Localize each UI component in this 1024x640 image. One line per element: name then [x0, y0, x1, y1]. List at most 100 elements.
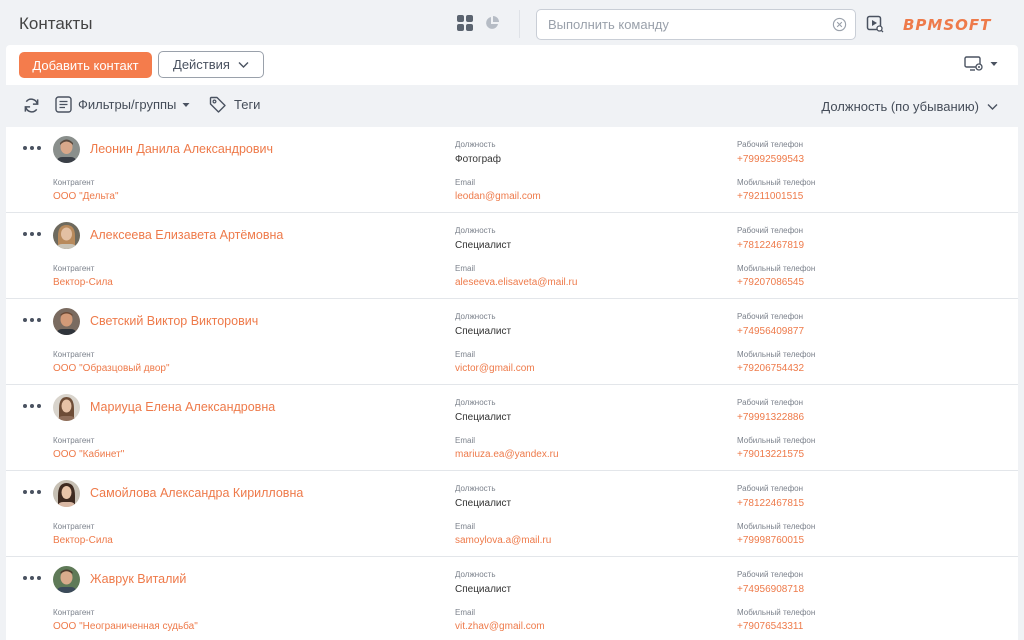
- work-phone-link[interactable]: +79991322886: [737, 412, 804, 423]
- email-link[interactable]: leodan@gmail.com: [455, 191, 541, 202]
- account-label: Контрагент: [53, 436, 95, 445]
- position-label: Должность: [455, 226, 496, 235]
- account-link[interactable]: ООО "Кабинет": [53, 449, 124, 460]
- header-divider: [519, 10, 520, 38]
- list-view-icon[interactable]: [457, 15, 473, 31]
- email-label: Email: [455, 436, 476, 445]
- position-label: Должность: [455, 312, 496, 321]
- work-phone-link[interactable]: +79992599543: [737, 154, 804, 165]
- email-link[interactable]: mariuza.ea@yandex.ru: [455, 449, 559, 460]
- position-value: Специалист: [455, 412, 512, 423]
- position-value: Специалист: [455, 240, 512, 251]
- account-label: Контрагент: [53, 608, 95, 617]
- account-link[interactable]: ООО "Дельта": [53, 191, 119, 202]
- sort-label: Должность (по убыванию): [821, 99, 979, 114]
- bpmsoft-logo: BPMSOFT: [903, 16, 992, 34]
- account-link[interactable]: Вектор-Сила: [53, 535, 113, 546]
- mobile-phone-label: Мобильный телефон: [737, 178, 816, 187]
- tags-label: Теги: [234, 97, 261, 112]
- filter-list-icon: [55, 96, 72, 113]
- email-label: Email: [455, 178, 476, 187]
- mobile-phone-link[interactable]: +79206754432: [737, 363, 804, 374]
- row-menu-icon[interactable]: [23, 404, 41, 408]
- position-value: Специалист: [455, 498, 512, 509]
- contact-name-link[interactable]: Самойлова Александра Кирилловна: [90, 486, 303, 500]
- email-link[interactable]: victor@gmail.com: [455, 363, 535, 374]
- work-phone-label: Рабочий телефон: [737, 398, 804, 407]
- position-label: Должность: [455, 570, 496, 579]
- work-phone-link[interactable]: +74956908718: [737, 584, 804, 595]
- position-label: Должность: [455, 484, 496, 493]
- email-label: Email: [455, 608, 476, 617]
- sort-dropdown[interactable]: Должность (по убыванию): [821, 99, 998, 114]
- avatar: [53, 480, 80, 507]
- account-label: Контрагент: [53, 522, 95, 531]
- contact-name-link[interactable]: Леонин Данила Александрович: [90, 142, 273, 156]
- row-menu-icon[interactable]: [23, 576, 41, 580]
- refresh-icon[interactable]: [23, 97, 40, 114]
- account-link[interactable]: ООО "Неограниченная судьба": [53, 621, 198, 632]
- account-link[interactable]: Вектор-Сила: [53, 277, 113, 288]
- email-link[interactable]: samoylova.a@mail.ru: [455, 535, 551, 546]
- tags-button[interactable]: Теги: [209, 96, 260, 113]
- mobile-phone-link[interactable]: +79076543311: [737, 621, 803, 632]
- contact-row: Самойлова Александра Кирилловна Контраге…: [6, 471, 1018, 557]
- work-phone-label: Рабочий телефон: [737, 140, 804, 149]
- contact-row: Алексеева Елизавета Артёмовна Контрагент…: [6, 213, 1018, 299]
- contact-name-link[interactable]: Светский Виктор Викторович: [90, 314, 258, 328]
- view-settings-button[interactable]: [964, 55, 998, 73]
- work-phone-label: Рабочий телефон: [737, 570, 804, 579]
- work-phone-label: Рабочий телефон: [737, 484, 804, 493]
- actions-button[interactable]: Действия: [158, 51, 264, 78]
- dashboard-view-icon[interactable]: [484, 15, 500, 31]
- work-phone-label: Рабочий телефон: [737, 312, 804, 321]
- header: Контакты BPMSOFT: [0, 0, 1024, 48]
- add-contact-button[interactable]: Добавить контакт: [19, 52, 152, 78]
- command-input[interactable]: [537, 10, 817, 39]
- position-label: Должность: [455, 398, 496, 407]
- email-label: Email: [455, 350, 476, 359]
- avatar: [53, 136, 80, 163]
- video-tutorial-icon[interactable]: [866, 15, 884, 33]
- mobile-phone-link[interactable]: +79207086545: [737, 277, 804, 288]
- account-link[interactable]: ООО "Образцовый двор": [53, 363, 170, 374]
- row-menu-icon[interactable]: [23, 490, 41, 494]
- position-value: Специалист: [455, 326, 512, 337]
- filter-bar: Фильтры/группы Теги Должность (по убыван…: [0, 85, 1024, 125]
- account-label: Контрагент: [53, 178, 95, 187]
- avatar: [53, 222, 80, 249]
- contact-name-link[interactable]: Алексеева Елизавета Артёмовна: [90, 228, 283, 242]
- mobile-phone-label: Мобильный телефон: [737, 608, 816, 617]
- email-link[interactable]: vit.zhav@gmail.com: [455, 621, 545, 632]
- tag-icon: [209, 96, 226, 113]
- position-value: Фотограф: [455, 154, 501, 165]
- filters-groups-button[interactable]: Фильтры/группы: [55, 96, 190, 113]
- mobile-phone-link[interactable]: +79013221575: [737, 449, 804, 460]
- page-title: Контакты: [19, 14, 93, 33]
- caret-down-icon: [182, 102, 190, 107]
- work-phone-link[interactable]: +74956409877: [737, 326, 804, 337]
- email-label: Email: [455, 522, 476, 531]
- mobile-phone-label: Мобильный телефон: [737, 522, 816, 531]
- email-link[interactable]: aleseeva.elisaveta@mail.ru: [455, 277, 577, 288]
- position-value: Специалист: [455, 584, 512, 595]
- mobile-phone-link[interactable]: +79211001515: [737, 191, 803, 202]
- contact-row: Жаврук Виталий Контрагент ООО "Неогранич…: [6, 557, 1018, 640]
- filters-label: Фильтры/группы: [78, 97, 177, 112]
- clear-icon[interactable]: [832, 17, 847, 32]
- avatar: [53, 566, 80, 593]
- monitor-settings-icon: [964, 56, 983, 71]
- position-label: Должность: [455, 140, 496, 149]
- work-phone-link[interactable]: +78122467819: [737, 240, 804, 251]
- toolbar: Добавить контакт Действия: [6, 45, 1018, 85]
- row-menu-icon[interactable]: [23, 146, 41, 150]
- chevron-down-icon: [238, 61, 249, 68]
- contact-row: Мариуца Елена Александровна Контрагент О…: [6, 385, 1018, 471]
- contact-name-link[interactable]: Жаврук Виталий: [90, 572, 186, 586]
- work-phone-link[interactable]: +78122467815: [737, 498, 804, 509]
- row-menu-icon[interactable]: [23, 232, 41, 236]
- contact-name-link[interactable]: Мариуца Елена Александровна: [90, 400, 275, 414]
- row-menu-icon[interactable]: [23, 318, 41, 322]
- mobile-phone-link[interactable]: +79998760015: [737, 535, 804, 546]
- actions-label: Действия: [173, 57, 230, 72]
